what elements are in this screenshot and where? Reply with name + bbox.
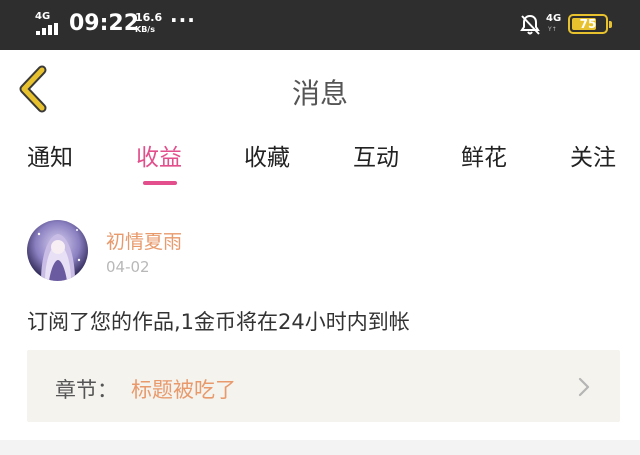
active-tab-indicator <box>143 181 177 185</box>
network-speed-value: 16.6 <box>135 11 163 24</box>
tab-flowers[interactable]: 鲜花 <box>461 138 507 172</box>
tab-notifications[interactable]: 通知 <box>27 138 73 172</box>
status-bar: 4G 09:22 16.6 KB/s ··· 4G Y↑ 75 <box>0 0 640 50</box>
battery-level: 75 <box>579 17 597 31</box>
chapter-title: 标题被吃了 <box>131 378 236 402</box>
notification-message: 订阅了您的作品,1金币将在24小时内到帐 <box>27 310 410 334</box>
page-title: 消息 <box>291 77 348 110</box>
post-date: 04-02 <box>106 258 150 276</box>
network-speed: 16.6 KB/s <box>135 12 162 36</box>
list-divider <box>0 440 640 455</box>
battery-tip <box>609 21 612 28</box>
chapter-label: 章节： <box>55 378 118 402</box>
battery-icon: 75 <box>568 14 612 34</box>
network-type: 4G <box>35 11 51 22</box>
notification-item: 初情夏雨 04-02 订阅了您的作品,1金币将在24小时内到帐 章节： 标题被吃… <box>0 200 640 440</box>
network-type-right: 4G <box>546 13 562 24</box>
tab-following[interactable]: 关注 <box>570 138 616 172</box>
clock: 09:22 <box>69 11 140 36</box>
chevron-right-icon <box>578 377 590 397</box>
tab-interactions[interactable]: 互动 <box>353 138 399 172</box>
network-activity: Y↑ <box>548 26 557 33</box>
user-name[interactable]: 初情夏雨 <box>106 227 182 254</box>
tab-favorites[interactable]: 收藏 <box>244 138 290 172</box>
header: 消息 <box>0 50 640 128</box>
tab-earnings[interactable]: 收益 <box>136 138 182 172</box>
chapter-link[interactable]: 章节： 标题被吃了 <box>27 350 620 422</box>
avatar[interactable] <box>27 220 88 281</box>
bell-muted-icon <box>520 14 540 35</box>
more-dots: ··· <box>170 8 196 32</box>
tab-bar: 通知 收益 收藏 互动 鲜花 关注 <box>0 138 640 190</box>
signal-bars-icon <box>36 23 60 35</box>
network-speed-unit: KB/s <box>135 25 155 34</box>
